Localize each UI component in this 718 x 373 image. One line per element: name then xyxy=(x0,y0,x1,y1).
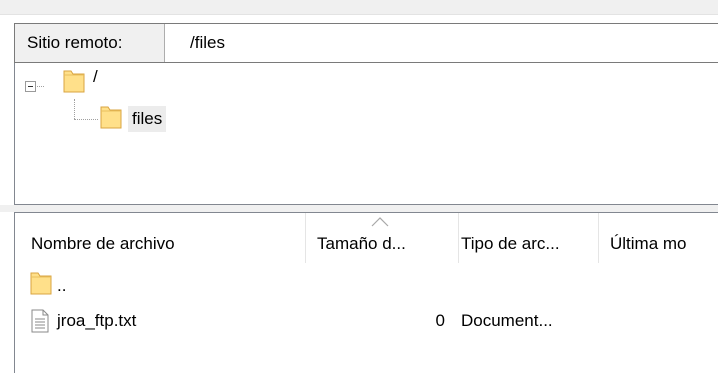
list-item[interactable]: jroa_ftp.txt 0 Document... xyxy=(15,306,718,336)
remote-file-list[interactable]: Nombre de archivo Tamaño d... Tipo de ar… xyxy=(14,212,718,373)
text-file-icon xyxy=(31,309,49,338)
file-type: Document... xyxy=(461,311,553,330)
sort-ascending-icon xyxy=(371,217,389,227)
pane-splitter[interactable] xyxy=(0,205,718,212)
tree-node-root[interactable]: / xyxy=(45,66,145,93)
tree-connector xyxy=(74,119,98,120)
list-item[interactable]: .. xyxy=(15,268,718,298)
column-header-type[interactable]: Tipo de arc... xyxy=(459,213,597,263)
remote-path-input[interactable] xyxy=(166,24,718,62)
file-name: jroa_ftp.txt xyxy=(57,311,137,330)
tree-node-label: / xyxy=(93,67,98,86)
file-size: 0 xyxy=(435,311,445,330)
remote-site-label: Sitio remoto: xyxy=(15,24,165,62)
folder-icon xyxy=(62,66,86,93)
tree-node-files[interactable]: files xyxy=(99,102,219,132)
column-divider[interactable] xyxy=(598,213,599,263)
remote-site-pane: Sitio remoto: / files / files Nombre de … xyxy=(0,0,718,373)
tree-connector xyxy=(37,86,44,87)
column-header-filename[interactable]: Nombre de archivo xyxy=(31,213,301,263)
folder-icon xyxy=(29,268,53,301)
remote-path-bar: Sitio remoto: xyxy=(14,23,718,63)
column-divider[interactable] xyxy=(305,213,306,263)
file-name: .. xyxy=(57,276,67,295)
folder-icon xyxy=(99,102,123,129)
remote-directory-tree[interactable]: / files xyxy=(14,63,718,205)
tree-connector xyxy=(74,99,75,119)
collapse-tree-icon[interactable] xyxy=(25,81,36,92)
tree-node-label: files xyxy=(128,106,167,132)
toolbar-strip xyxy=(0,0,718,15)
column-header-modified[interactable]: Última mo xyxy=(610,213,718,263)
